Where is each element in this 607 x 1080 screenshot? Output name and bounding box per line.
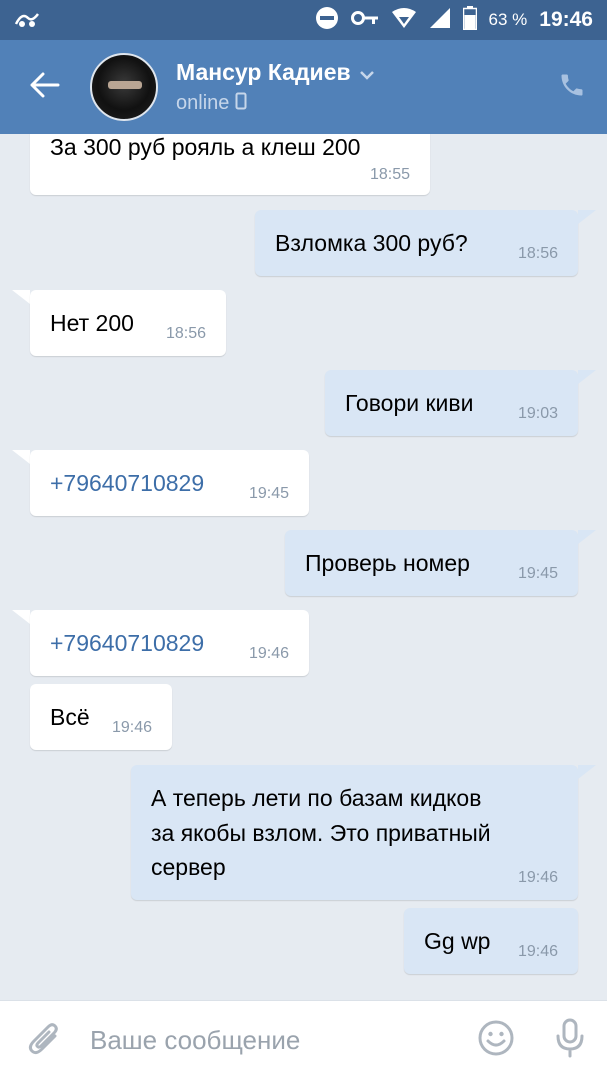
message-text: Всё	[50, 704, 90, 730]
bubble-tail	[578, 370, 596, 384]
message-time: 19:03	[517, 405, 558, 422]
contact-name: Мансур Кадиев	[176, 58, 351, 85]
emoji-icon	[478, 1020, 514, 1061]
message-time: 19:46	[517, 943, 558, 960]
attach-button[interactable]	[0, 1001, 90, 1080]
message-time: 19:45	[248, 485, 289, 502]
bubble-tail	[578, 530, 596, 544]
avatar[interactable]	[90, 53, 158, 121]
message-outgoing[interactable]: Взломка 300 руб? 18:56	[255, 210, 578, 276]
message-text: Взломка 300 руб?	[275, 230, 468, 256]
bubble-tail	[578, 765, 596, 779]
battery-level: 63 %	[488, 10, 528, 29]
battery-icon	[462, 5, 477, 35]
message-text: Gg wp	[424, 928, 491, 954]
voice-message-button[interactable]	[533, 1001, 607, 1080]
message-time: 19:46	[111, 719, 152, 736]
chevron-down-icon	[359, 59, 375, 86]
bubble-tail	[578, 210, 596, 224]
message-input[interactable]	[90, 1025, 459, 1056]
message-text: Проверь номер	[305, 550, 470, 576]
back-arrow-icon	[30, 72, 60, 103]
emoji-button[interactable]	[459, 1001, 533, 1080]
signal-icon	[429, 7, 451, 34]
mobile-icon	[235, 92, 247, 116]
message-incoming[interactable]: +79640710829 19:46	[30, 610, 309, 676]
message-composer	[0, 1000, 607, 1080]
message-text: Говори киви	[345, 390, 474, 416]
message-incoming[interactable]: Нет 200 18:56	[30, 290, 226, 356]
chat-header: Мансур Кадиев online	[0, 40, 607, 134]
bubble-tail	[12, 290, 30, 304]
message-time: 19:45	[517, 565, 558, 582]
message-outgoing[interactable]: Проверь номер 19:45	[285, 530, 578, 596]
key-icon	[350, 10, 379, 31]
message-outgoing[interactable]: А теперь лети по базам кидков за якобы в…	[131, 765, 578, 900]
message-time: 18:55	[369, 166, 410, 183]
call-button[interactable]	[537, 40, 607, 134]
wifi-icon	[391, 7, 417, 34]
notification-icon	[14, 8, 40, 33]
message-outgoing[interactable]: Говори киви 19:03	[325, 370, 578, 436]
phone-number-link[interactable]: +79640710829	[50, 470, 204, 497]
message-text: Нет 200	[50, 310, 134, 336]
message-text: За 300 руб рояль а клеш 200	[50, 134, 361, 160]
contact-status: online	[176, 92, 230, 114]
status-bar: 63 % 19:46	[0, 0, 607, 40]
message-time: 19:46	[517, 869, 558, 886]
message-incoming[interactable]: За 300 руб рояль а клеш 200 18:55	[30, 134, 430, 195]
message-incoming[interactable]: Всё 19:46	[30, 684, 172, 750]
message-incoming[interactable]: +79640710829 19:45	[30, 450, 309, 516]
clock: 19:46	[539, 8, 593, 31]
message-text-line: А теперь лети по базам кидков	[151, 785, 482, 811]
message-outgoing[interactable]: Gg wp 19:46	[404, 908, 578, 974]
phone-number-link[interactable]: +79640710829	[50, 630, 204, 657]
phone-icon	[558, 71, 586, 104]
bubble-tail	[12, 450, 30, 464]
message-time: 18:56	[517, 245, 558, 262]
message-text-line: сервер	[151, 854, 226, 880]
paperclip-icon	[28, 1019, 62, 1062]
microphone-icon	[555, 1018, 585, 1063]
do-not-disturb-icon	[315, 6, 339, 35]
message-text-line: за якобы взлом. Это приватный	[151, 820, 491, 846]
bubble-tail	[12, 610, 30, 624]
message-time: 18:56	[165, 325, 206, 342]
message-time: 19:46	[248, 645, 289, 662]
message-list[interactable]: За 300 руб рояль а клеш 200 18:55 Взломк…	[0, 134, 607, 1000]
contact-info[interactable]: Мансур Кадиев online	[176, 59, 537, 116]
back-button[interactable]	[0, 40, 90, 134]
